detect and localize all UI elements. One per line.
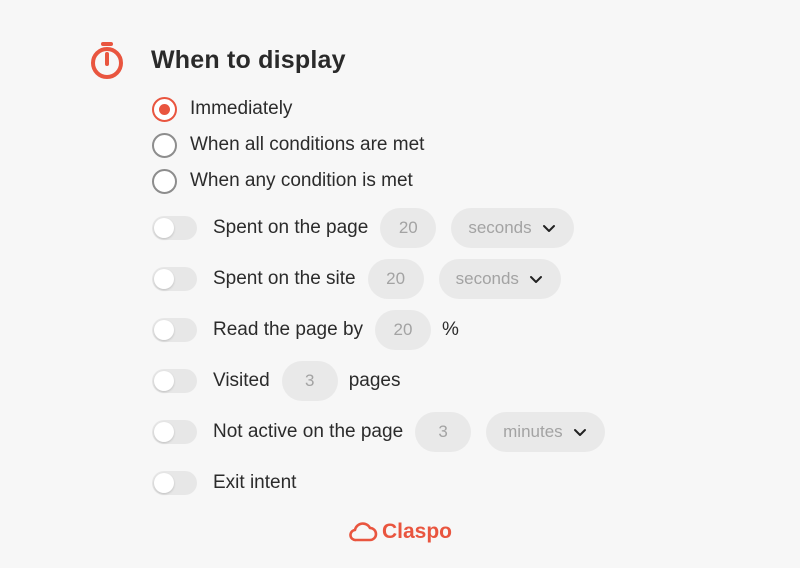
read-page-percent-input[interactable] [375,310,432,350]
radio-label: When all conditions are met [190,134,425,155]
condition-label: Visited [213,370,270,391]
condition-spent-on-site: Spent on the site seconds [152,259,561,299]
condition-label: Read the page by [213,319,364,340]
brand-logo: Claspo [348,520,452,544]
radio-label: When any condition is met [190,170,413,191]
radio-label: Immediately [190,98,293,119]
toggle-spent-on-site[interactable] [152,267,197,291]
pages-suffix: pages [348,370,401,391]
radio-option-immediately[interactable]: Immediately [152,96,292,122]
condition-label: Spent on the page [213,217,369,238]
radio-button-checked[interactable] [152,96,177,122]
visited-pages-input[interactable] [281,361,338,401]
radio-option-all-conditions[interactable]: When all conditions are met [152,132,424,158]
toggle-visited[interactable] [152,369,197,393]
radio-button[interactable] [152,132,177,158]
toggle-not-active[interactable] [152,420,197,444]
toggle-exit-intent[interactable] [152,471,197,495]
brand-name: Claspo [382,520,453,543]
condition-label: Exit intent [213,472,297,493]
condition-label: Not active on the page [213,421,404,442]
condition-spent-on-page: Spent on the page seconds [152,208,574,248]
cloud-icon [349,522,378,542]
condition-not-active: Not active on the page minutes [152,412,605,452]
select-value: seconds [468,218,532,237]
select-value: seconds [455,269,519,288]
chevron-down-icon [542,225,555,232]
condition-visited: Visited pages [152,361,400,401]
percent-suffix: % [442,319,459,340]
chevron-down-icon [573,429,586,436]
toggle-read-page[interactable] [152,318,197,342]
toggle-spent-on-page[interactable] [152,216,197,240]
condition-exit-intent: Exit intent [152,463,296,503]
condition-label: Spent on the site [213,268,356,289]
spent-on-site-input[interactable] [367,259,424,299]
radio-option-any-condition[interactable]: When any condition is met [152,168,413,194]
section-title: When to display [151,46,346,74]
not-active-unit-select[interactable]: minutes [486,412,605,452]
radio-button[interactable] [152,168,177,194]
spent-on-page-input[interactable] [380,208,437,248]
stopwatch-icon [91,42,123,79]
chevron-down-icon [529,276,542,283]
not-active-input[interactable] [415,412,472,452]
spent-on-page-unit-select[interactable]: seconds [451,208,574,248]
select-value: minutes [503,422,563,441]
condition-read-page: Read the page by % [152,310,459,350]
spent-on-site-unit-select[interactable]: seconds [438,259,561,299]
